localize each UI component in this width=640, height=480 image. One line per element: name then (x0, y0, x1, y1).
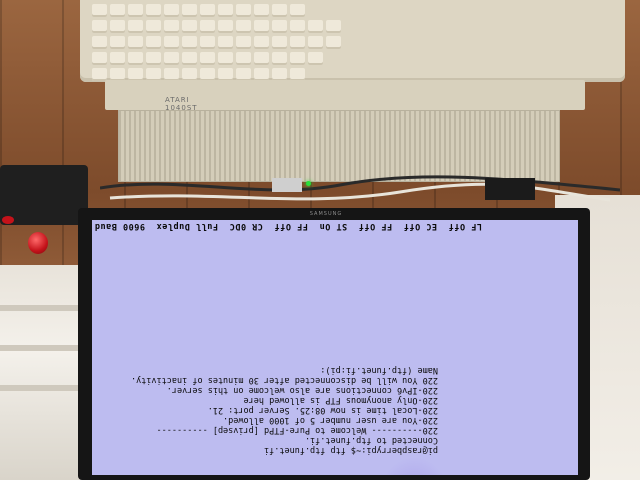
key (110, 52, 125, 65)
key (218, 36, 233, 49)
terminal-line: 220 You will be disconnected after 30 mi… (130, 375, 438, 385)
key (236, 52, 251, 65)
key (254, 4, 269, 17)
key (308, 20, 323, 33)
monitor-screen: LF Off EC Off FF Off ST On FF Off CR 0DC… (92, 220, 578, 475)
key (110, 20, 125, 33)
key (128, 52, 143, 65)
key (146, 20, 161, 33)
key (200, 36, 215, 49)
key (128, 36, 143, 49)
terminal-line: 220-IPv6 connections are also welcome on… (166, 385, 438, 395)
joystick-base (0, 165, 88, 225)
key (326, 36, 341, 49)
joystick-fire-button (2, 216, 14, 224)
atari-keyboard (80, 0, 625, 82)
key (182, 36, 197, 49)
terminal-line: 220-Only anonymous FTP is allowed here (243, 395, 438, 405)
key (200, 52, 215, 65)
terminal-line: 220-Local time is now 08:25. Server port… (207, 405, 438, 415)
terminal-line: 220-You are user number 5 of 1000 allowe… (223, 415, 438, 425)
monitor-brand: SAMSUNG (309, 211, 343, 217)
key (236, 36, 251, 49)
key (146, 4, 161, 17)
key (92, 52, 107, 65)
key (164, 20, 179, 33)
key (128, 4, 143, 17)
terminal-line: pi@raspberrypi:~$ ftp ftp.funet.fi (264, 445, 438, 455)
key (290, 52, 305, 65)
key (290, 4, 305, 17)
key (218, 20, 233, 33)
key (200, 20, 215, 33)
key (146, 52, 161, 65)
key (218, 52, 233, 65)
key-row (92, 36, 613, 49)
key-row (92, 20, 613, 33)
key (290, 20, 305, 33)
key (182, 4, 197, 17)
photo-scene: ATARI 1040ST SAMSUNG LF Off EC Off FF Of… (0, 0, 640, 480)
key (92, 68, 107, 81)
key (236, 4, 251, 17)
key (326, 20, 341, 33)
key (236, 20, 251, 33)
key (110, 36, 125, 49)
key (272, 36, 287, 49)
key-row (92, 52, 613, 65)
terminal-line: 220---------- Welcome to Pure-FTPd [priv… (156, 425, 438, 435)
joystick-knob (28, 232, 48, 254)
terminal-status-line: LF Off EC Off FF Off ST On FF Off CR 0DC… (94, 221, 482, 231)
key (164, 4, 179, 17)
computer-badge: ATARI 1040ST (165, 96, 198, 112)
key (182, 20, 197, 33)
key (254, 52, 269, 65)
key (272, 52, 287, 65)
power-led (306, 181, 311, 186)
key (308, 36, 323, 49)
key (128, 20, 143, 33)
terminal-line: Name (ftp.funet.fi:pi): (320, 365, 438, 375)
terminal-text-upside-down: LF Off EC Off FF Off ST On FF Off CR 0DC… (92, 220, 578, 475)
key (272, 20, 287, 33)
key (164, 36, 179, 49)
key (92, 4, 107, 17)
key (254, 20, 269, 33)
key (92, 36, 107, 49)
key-row (92, 4, 613, 17)
key (182, 52, 197, 65)
key (290, 36, 305, 49)
key (110, 4, 125, 17)
key (200, 4, 215, 17)
key (164, 52, 179, 65)
key-grid (92, 4, 613, 84)
terminal-lines: pi@raspberrypi:~$ ftp ftp.funet.fi Connec… (131, 365, 438, 455)
terminal-line: Connected to ftp.funet.fi. (304, 435, 438, 445)
key (92, 20, 107, 33)
key (272, 4, 287, 17)
key (254, 36, 269, 49)
key (218, 4, 233, 17)
key (146, 36, 161, 49)
key (308, 52, 323, 65)
cables (100, 175, 620, 202)
